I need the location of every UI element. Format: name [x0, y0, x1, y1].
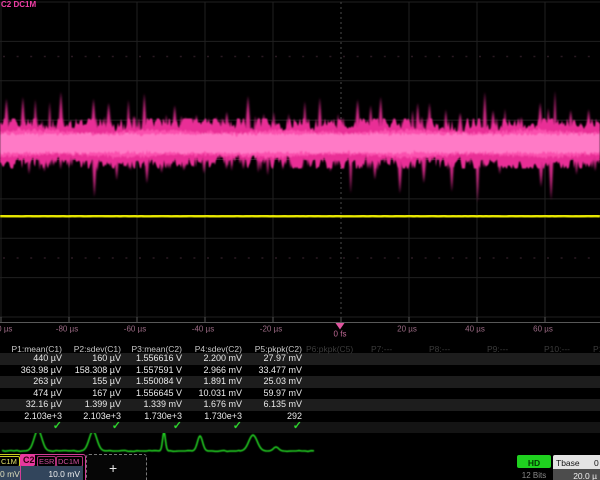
svg-text:0 fs: 0 fs — [334, 330, 347, 339]
svg-text:-40 µs: -40 µs — [192, 325, 214, 334]
svg-text:-20 µs: -20 µs — [260, 325, 282, 334]
svg-text:40 µs: 40 µs — [465, 325, 485, 334]
svg-text:-80 µs: -80 µs — [56, 325, 78, 334]
svg-text:20 µs: 20 µs — [397, 325, 417, 334]
svg-text:-100 µs: -100 µs — [0, 325, 12, 334]
svg-text:60 µs: 60 µs — [533, 325, 553, 334]
svg-text:-60 µs: -60 µs — [124, 325, 146, 334]
